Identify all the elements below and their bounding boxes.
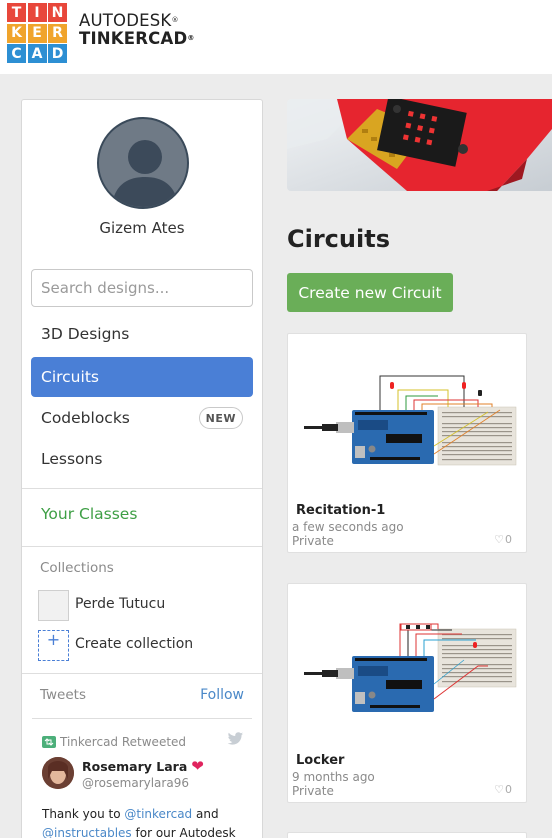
logo-letter: A [27,44,47,63]
tinkercad-logo[interactable]: T I N K E R C A D [7,3,67,63]
heart-outline-icon: ♡ [494,783,504,796]
card-likes[interactable]: ♡ 0 [494,783,512,796]
registered-mark: ® [187,34,195,42]
circuit-thumbnail [304,375,517,466]
user-name: Gizem Ates [99,219,185,237]
collection-item-perde-tutucu[interactable]: Perde Tutucu [75,596,165,612]
collection-thumbnail[interactable] [38,590,69,621]
create-collection-link[interactable]: Create collection [75,636,193,652]
default-avatar-icon [111,140,179,207]
create-new-circuit-button[interactable]: Create new Circuit [287,273,453,312]
likes-count: 0 [505,533,512,546]
collections-heading: Collections [40,560,114,576]
microbit-banner-image[interactable] [287,99,552,191]
follow-link[interactable]: Follow [200,687,244,703]
search-designs-input[interactable] [31,269,253,307]
tweet-text-part: and [192,807,219,821]
card-timestamp: a few seconds ago [292,520,404,534]
twitter-bird-icon[interactable] [227,732,244,746]
retweet-row: Tinkercad Retweeted [42,735,186,749]
design-card[interactable]: Locker 9 months ago Private ♡ 0 [287,583,527,803]
nav-label: Lessons [41,450,103,468]
author-name-text: Rosemary Lara [82,758,188,774]
tweet-author-handle[interactable]: @rosemarylara96 [82,776,189,790]
logo-letter: N [48,3,67,22]
tweet-text: Thank you to @tinkercad and @instructabl… [42,805,247,838]
nav-label: Circuits [41,368,99,386]
nav-label: 3D Designs [41,325,130,343]
brand-wordmark[interactable]: AUTODESK® TINKERCAD® [79,12,195,48]
logo-letter: K [7,23,26,43]
divider [22,673,262,674]
tweet-text-part: for our Autodesk [131,826,236,838]
design-card[interactable] [287,832,527,838]
card-title[interactable]: Locker [296,753,344,768]
nav-label: Codeblocks [41,409,130,427]
card-title[interactable]: Recitation-1 [296,503,385,518]
tweets-heading: Tweets [40,687,86,703]
page-title: Circuits [287,225,390,253]
tweet-author-name[interactable]: Rosemary Lara ❤ [82,757,204,775]
mention-link[interactable]: @tinkercad [124,807,192,821]
logo-letter: E [27,23,47,43]
divider [22,546,262,547]
registered-mark: ® [171,16,179,24]
user-avatar[interactable] [97,117,189,209]
brand-line-autodesk: AUTODESK [79,11,172,30]
tweet-card: Tinkercad Retweeted Rosemary Lara ❤ @ros… [32,718,252,838]
card-privacy: Private [292,784,334,798]
nav-3d-designs[interactable]: 3D Designs [31,314,253,354]
heart-outline-icon: ♡ [494,533,504,546]
card-likes[interactable]: ♡ 0 [494,533,512,546]
tweet-author-avatar[interactable] [42,757,74,789]
nav-circuits[interactable]: Circuits [31,357,253,397]
tweet-text-part: Thank you to [42,807,125,821]
likes-count: 0 [505,783,512,796]
new-badge: NEW [198,407,243,429]
top-header: T I N K E R C A D AUTODESK® TINKERCAD® [0,0,552,74]
logo-letter: R [48,23,67,43]
design-card[interactable]: Recitation-1 a few seconds ago Private ♡… [287,333,527,553]
circuit-thumbnail [304,623,517,712]
divider [22,488,262,489]
heart-icon: ❤ [191,757,204,775]
nav-lessons[interactable]: Lessons [31,439,253,479]
sidebar: Gizem Ates 3D Designs Circuits Codeblock… [21,99,263,838]
plus-icon[interactable]: + [38,630,69,661]
logo-letter: I [27,3,47,22]
mention-link[interactable]: @instructables [42,826,132,838]
card-timestamp: 9 months ago [292,770,375,784]
brand-line-tinkercad: TINKERCAD [79,29,188,48]
nav-codeblocks[interactable]: Codeblocks NEW [31,398,253,438]
your-classes-link[interactable]: Your Classes [41,505,137,523]
retweet-icon [42,736,56,748]
logo-letter: C [7,44,26,63]
logo-letter: T [7,3,26,22]
card-privacy: Private [292,534,334,548]
retweet-label: Tinkercad Retweeted [60,735,187,749]
logo-letter: D [48,44,67,63]
